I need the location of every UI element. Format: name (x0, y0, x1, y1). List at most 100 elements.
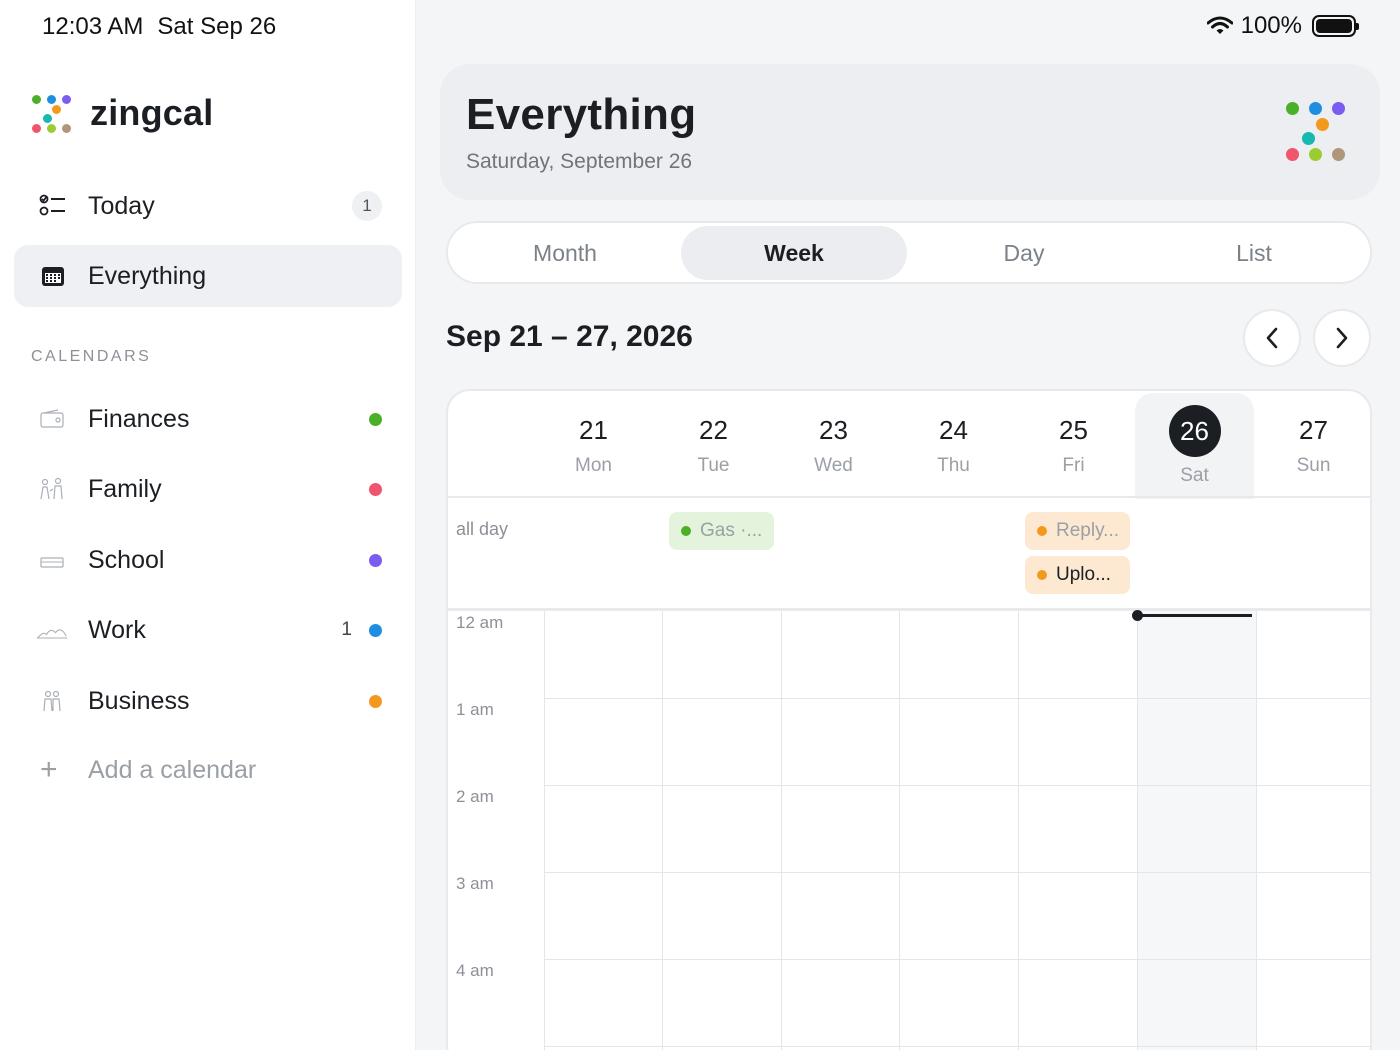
day-weekday: Tue (697, 455, 730, 476)
view-switcher: Month Week Day List (446, 221, 1372, 284)
status-time: 12:03 AM (42, 13, 144, 40)
event-color-dot (681, 526, 691, 536)
calendar-color-dot (369, 553, 382, 567)
calendar-label: Family (88, 474, 162, 503)
calendar-color-dot (369, 482, 382, 496)
app-name: zingcal (90, 92, 214, 133)
sidebar: 12:03 AM Sat Sep 26 zingcal Today 1 Ever… (0, 0, 416, 1050)
event-title: Reply... (1056, 520, 1120, 541)
calendar-label: Business (88, 686, 190, 715)
calendar-label: School (88, 545, 165, 574)
all-day-event[interactable]: Reply... (1025, 512, 1130, 550)
all-day-label: all day (456, 519, 509, 539)
grid-line (544, 611, 545, 1050)
sidebar-item-label: Everything (88, 261, 207, 290)
grid-line (781, 611, 782, 1050)
sidebar-calendar-finances[interactable]: Finances (14, 389, 402, 449)
week-calendar: 21 Mon 22 Tue 23 Wed 24 Thu 25 Fri 26 Sa… (446, 389, 1372, 1050)
calendar-color-dot (369, 412, 382, 426)
time-grid[interactable]: 12 am 1 am 2 am 3 am 4 am (448, 610, 1370, 1050)
calendars-section-title: CALENDARS (31, 348, 152, 365)
event-color-dot (1037, 526, 1047, 536)
day-weekday: Fri (1062, 455, 1085, 476)
hour-label: 12 am (456, 613, 504, 632)
next-week-button[interactable] (1313, 309, 1371, 367)
grid-line (544, 872, 1370, 873)
calendar-color-dot (369, 694, 382, 708)
chevron-right-icon (1336, 327, 1348, 349)
grid-line (1256, 611, 1257, 1050)
sidebar-calendar-family[interactable]: Family (14, 459, 402, 519)
calendar-label: Work (88, 615, 146, 644)
grid-line (899, 611, 900, 1050)
day-number: 22 (699, 415, 728, 445)
grid-line (544, 1046, 1370, 1047)
day-header-mon[interactable]: 21 Mon (534, 391, 653, 497)
tab-list[interactable]: List (1141, 226, 1367, 280)
plus-icon: + (40, 753, 58, 786)
page-header: Everything Saturday, September 26 (440, 64, 1380, 200)
chevron-left-icon (1266, 327, 1278, 349)
sidebar-item-today[interactable]: Today 1 (14, 175, 402, 237)
status-bar-right: 100% (1206, 12, 1359, 40)
sidebar-item-everything[interactable]: Everything (14, 245, 402, 307)
day-weekday: Sat (1180, 465, 1209, 486)
today-count-badge: 1 (352, 191, 382, 221)
day-weekday: Mon (575, 455, 612, 476)
family-icon (36, 475, 68, 503)
all-day-event[interactable]: Uplo... (1025, 556, 1130, 594)
day-header-sat-today[interactable]: 26 Sat (1135, 393, 1254, 499)
sidebar-calendar-work[interactable]: Work 1 (14, 600, 402, 660)
grid-line (544, 959, 1370, 960)
sidebar-calendar-school[interactable]: School (14, 530, 402, 590)
current-time-line (1137, 614, 1252, 617)
day-header-sun[interactable]: 27 Sun (1254, 391, 1370, 497)
day-number: 23 (819, 415, 848, 445)
sidebar-item-label: Today (88, 191, 155, 220)
event-color-dot (1037, 570, 1047, 580)
hour-label: 1 am (456, 700, 494, 719)
add-calendar-button[interactable]: + Add a calendar (14, 740, 402, 800)
grid-line (544, 698, 1370, 699)
checklist-icon (38, 191, 68, 221)
tab-week[interactable]: Week (681, 226, 907, 280)
tab-day[interactable]: Day (911, 226, 1137, 280)
sidebar-calendar-business[interactable]: Business (14, 671, 402, 731)
grid-line (662, 611, 663, 1050)
all-day-event[interactable]: Gas ·... (669, 512, 774, 550)
day-number: 24 (939, 415, 968, 445)
hour-label: 3 am (456, 874, 494, 893)
status-date: Sat Sep 26 (157, 13, 277, 40)
app-brand: zingcal (32, 92, 213, 134)
day-number: 25 (1059, 415, 1088, 445)
previous-week-button[interactable] (1243, 309, 1301, 367)
calendar-event-count: 1 (341, 619, 352, 640)
today-column (1137, 611, 1257, 1050)
day-number: 21 (579, 415, 608, 445)
wallet-icon (36, 405, 68, 433)
calendar-color-dot (369, 623, 382, 637)
day-header-thu[interactable]: 24 Thu (894, 391, 1013, 497)
calendar-icon (38, 261, 68, 291)
day-header-wed[interactable]: 23 Wed (774, 391, 893, 497)
event-title: Gas ·... (700, 520, 763, 541)
day-weekday: Sun (1296, 455, 1331, 476)
grid-line (544, 785, 1370, 786)
day-header-tue[interactable]: 22 Tue (654, 391, 773, 497)
current-time-dot (1132, 610, 1143, 621)
status-bar-left: 12:03 AM Sat Sep 26 (42, 13, 276, 41)
tab-month[interactable]: Month (452, 226, 678, 280)
event-title: Uplo... (1056, 564, 1111, 585)
grid-line (1018, 611, 1019, 1050)
date-range-title: Sep 21 – 27, 2026 (446, 320, 693, 353)
day-weekday: Wed (814, 455, 853, 476)
add-calendar-label: Add a calendar (88, 755, 257, 784)
page-title: Everything (466, 90, 697, 139)
grid-line (1137, 611, 1138, 1050)
page-subtitle: Saturday, September 26 (466, 150, 693, 173)
briefcase-icon (36, 616, 68, 644)
day-number-today: 26 (1168, 405, 1221, 457)
hour-label: 2 am (456, 787, 494, 806)
battery-percent: 100% (1240, 12, 1302, 39)
day-header-fri[interactable]: 25 Fri (1014, 391, 1133, 497)
